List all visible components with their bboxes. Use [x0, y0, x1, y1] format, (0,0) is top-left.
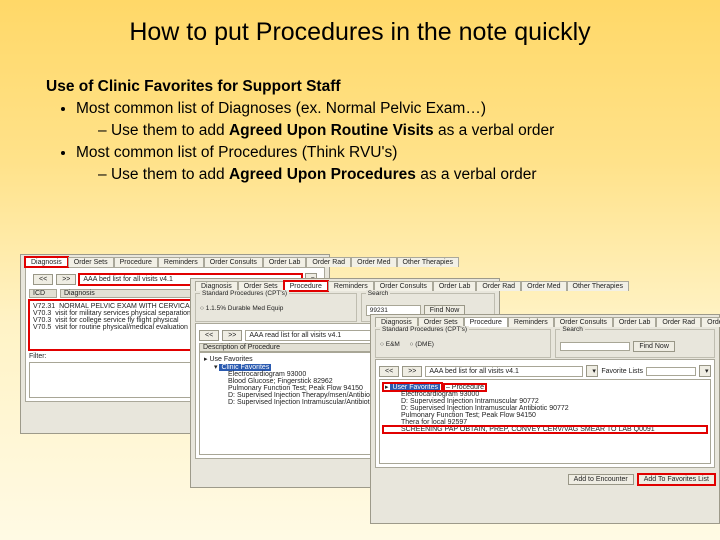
- bullet-2: Most common list of Procedures (Think RV…: [76, 143, 674, 186]
- list-item: D: Supervised Injection Intramuscular 90…: [383, 398, 707, 405]
- nav-fwd-button[interactable]: >>: [222, 330, 242, 341]
- tab-med[interactable]: Order Med: [351, 257, 396, 267]
- fav-list-select[interactable]: [646, 367, 696, 376]
- tab-ordersets[interactable]: Order Sets: [68, 257, 114, 267]
- screenshot-overlay-group: Diagnosis Order Sets Procedure Reminders…: [20, 254, 700, 524]
- fav-lists-label: Favorite Lists: [601, 368, 643, 375]
- list-item: Pulmonary Function Test; Peak Flow 94150: [383, 412, 707, 419]
- search-label: Search: [560, 326, 585, 333]
- subheading: Use of Clinic Favorites for Support Staf…: [46, 77, 674, 98]
- tab-lab[interactable]: Order Lab: [263, 257, 307, 267]
- tab-med[interactable]: Order Med: [521, 281, 566, 291]
- std-proc-label: Standard Procedures (CPT's): [200, 290, 289, 297]
- search-input[interactable]: [560, 342, 630, 351]
- tree-node: ▸ User Favorites: [383, 383, 442, 391]
- nav-back-button[interactable]: <<: [379, 366, 399, 377]
- tab-med[interactable]: Order Med: [701, 317, 720, 327]
- tab-procedure[interactable]: Procedure: [284, 281, 328, 291]
- list-item: D: Supervised Injection Intramuscular An…: [383, 405, 707, 412]
- tab-procedure[interactable]: Procedure: [114, 257, 158, 267]
- tab-lab[interactable]: Order Lab: [613, 317, 657, 327]
- bullet-1: Most common list of Diagnoses (ex. Norma…: [76, 99, 674, 142]
- slide-body: Use of Clinic Favorites for Support Staf…: [0, 61, 720, 186]
- tab-other[interactable]: Other Therapies: [567, 281, 629, 291]
- std-proc-label: Standard Procedures (CPT's): [380, 326, 469, 333]
- add-encounter-button[interactable]: Add to Encounter: [568, 474, 634, 485]
- list-item-highlighted: SCREENING PAP OBTAIN, PREP, CONVEY CERV/…: [383, 426, 707, 433]
- tab-rad[interactable]: Order Rad: [476, 281, 521, 291]
- tab-bar-a: Diagnosis Order Sets Procedure Reminders…: [21, 255, 329, 267]
- favorites-list[interactable]: ▸ User Favorites – Procedure Electrocard…: [379, 379, 711, 464]
- window-procedure-favorites: Diagnosis Order Sets Procedure Reminders…: [370, 314, 720, 524]
- nav-fwd-button[interactable]: >>: [402, 366, 422, 377]
- list-item: Electrocardiogram 93000: [383, 391, 707, 398]
- col-icd: ICD: [29, 289, 57, 298]
- search-label: Search: [366, 290, 391, 297]
- add-favorites-button[interactable]: Add To Favorites List: [638, 474, 715, 485]
- nav-back-button[interactable]: <<: [199, 330, 219, 341]
- tab-consults[interactable]: Order Consults: [204, 257, 263, 267]
- find-now-button[interactable]: Find Now: [633, 341, 675, 352]
- tab-reminders[interactable]: Reminders: [158, 257, 204, 267]
- tab-rad[interactable]: Order Rad: [656, 317, 701, 327]
- tab-lab[interactable]: Order Lab: [433, 281, 477, 291]
- nav-path-input[interactable]: AAA bed list for all visits v4.1: [425, 366, 583, 377]
- nav-back-button[interactable]: <<: [33, 274, 53, 285]
- tab-diagnosis[interactable]: Diagnosis: [25, 257, 68, 267]
- tab-reminders[interactable]: Reminders: [508, 317, 554, 327]
- bullet-1-sub: Use them to add Agreed Upon Routine Visi…: [98, 121, 674, 142]
- list-item: Thera for local 92597: [383, 419, 707, 426]
- bullet-2-sub: Use them to add Agreed Upon Procedures a…: [98, 165, 674, 186]
- tab-other[interactable]: Other Therapies: [397, 257, 459, 267]
- dropdown-icon[interactable]: ▾: [699, 365, 711, 377]
- nav-fwd-button[interactable]: >>: [56, 274, 76, 285]
- dropdown-icon[interactable]: ▾: [586, 365, 598, 377]
- slide-title: How to put Procedures in the note quickl…: [0, 0, 720, 61]
- proc-header: – Procedure: [444, 384, 486, 391]
- tab-procedure[interactable]: Procedure: [464, 317, 508, 327]
- tab-rad[interactable]: Order Rad: [306, 257, 351, 267]
